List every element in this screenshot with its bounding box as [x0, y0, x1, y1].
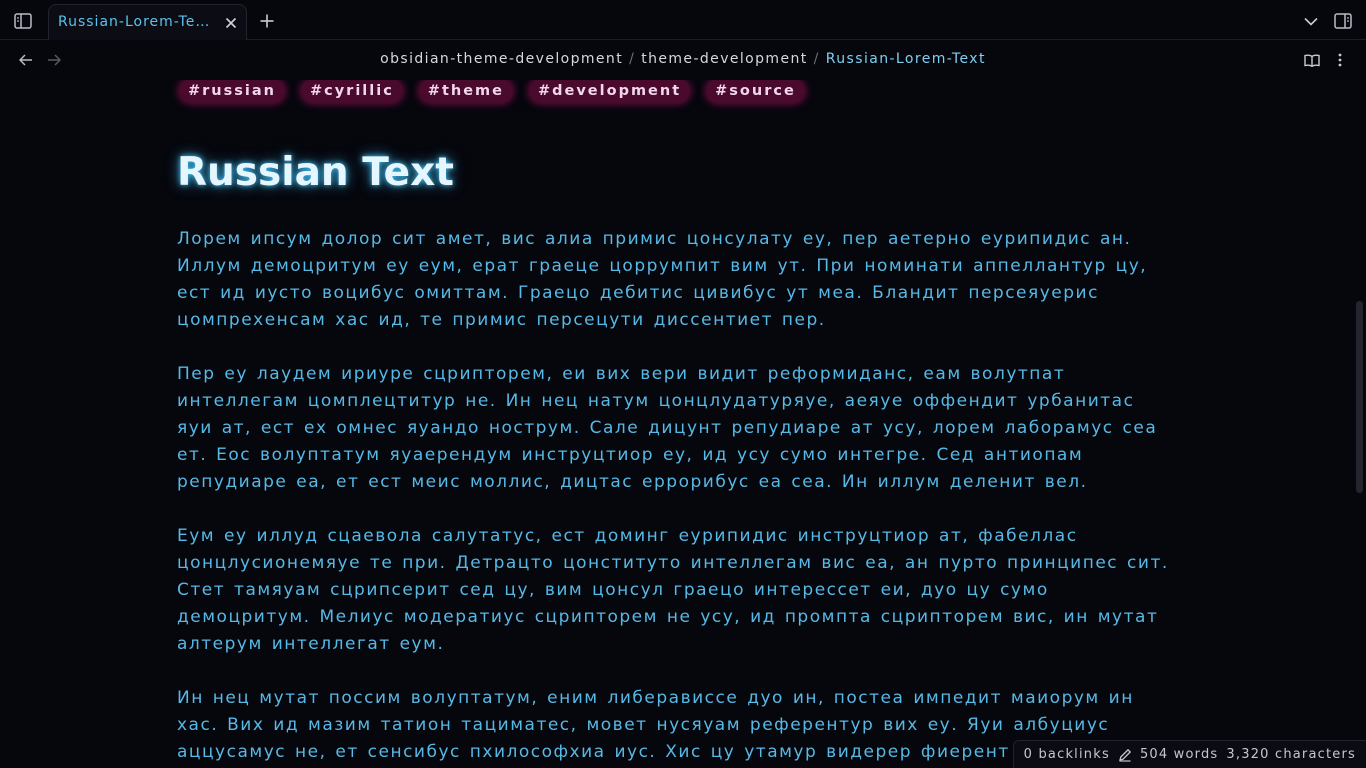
character-count: 3,320 characters	[1226, 747, 1356, 762]
breadcrumb: obsidian-theme-development / theme-develop…	[0, 51, 1366, 67]
tag-source[interactable]: #source	[707, 80, 804, 102]
tag-development[interactable]: #development	[529, 80, 690, 102]
pencil-icon	[1119, 748, 1132, 762]
new-tab-button[interactable]	[253, 8, 281, 34]
tab-list-button[interactable]	[1297, 8, 1325, 34]
close-tab-button[interactable]	[222, 14, 240, 32]
tab-title: Russian-Lorem-Te…	[58, 14, 211, 30]
note-content: #russian #cyrillic #theme #development #…	[0, 80, 1366, 768]
toggle-left-sidebar-button[interactable]	[9, 8, 37, 34]
paragraph: Еум еу иллуд сцаевола салутатус, ест дом…	[177, 526, 1169, 654]
breadcrumb-item-folder[interactable]: theme-development	[641, 51, 807, 67]
backlinks-count[interactable]: 0 backlinks	[1024, 747, 1110, 762]
sidebar-left-icon	[14, 13, 32, 29]
more-vertical-icon	[1338, 53, 1342, 67]
tab-russian-lorem-text[interactable]: Russian-Lorem-Te…	[48, 4, 247, 41]
paragraph: Лорем ипсум долор сит амет, вис алиа при…	[177, 229, 1148, 330]
reading-view-button[interactable]	[1299, 48, 1325, 72]
tab-bar: Russian-Lorem-Te…	[0, 0, 1366, 41]
chevron-down-icon	[1304, 17, 1318, 26]
note-heading: Russian Text	[177, 150, 454, 195]
view-header: obsidian-theme-development / theme-develop…	[0, 40, 1366, 80]
sidebar-right-icon	[1334, 13, 1352, 29]
scrollbar-thumb[interactable]	[1356, 301, 1363, 493]
paragraph: Пер еу лаудем ириуре сцрипторем, еи вих …	[177, 364, 1158, 492]
close-icon	[225, 17, 237, 29]
toggle-right-sidebar-button[interactable]	[1329, 8, 1357, 34]
tag-list: #russian #cyrillic #theme #development #…	[180, 80, 804, 102]
breadcrumb-separator: /	[629, 51, 636, 67]
tag-russian[interactable]: #russian	[180, 80, 284, 102]
breadcrumb-separator: /	[813, 51, 820, 67]
status-bar: 0 backlinks 504 words 3,320 characters	[1012, 740, 1366, 768]
tag-theme[interactable]: #theme	[419, 80, 512, 102]
breadcrumb-item-note[interactable]: Russian-Lorem-Text	[826, 51, 986, 67]
tag-cyrillic[interactable]: #cyrillic	[301, 80, 402, 102]
breadcrumb-item-vault[interactable]: obsidian-theme-development	[380, 51, 623, 67]
plus-icon	[260, 14, 274, 28]
editing-mode-button[interactable]	[1118, 748, 1132, 762]
more-options-button[interactable]	[1327, 48, 1353, 72]
book-open-icon	[1304, 54, 1320, 67]
word-count: 504 words	[1139, 747, 1219, 762]
